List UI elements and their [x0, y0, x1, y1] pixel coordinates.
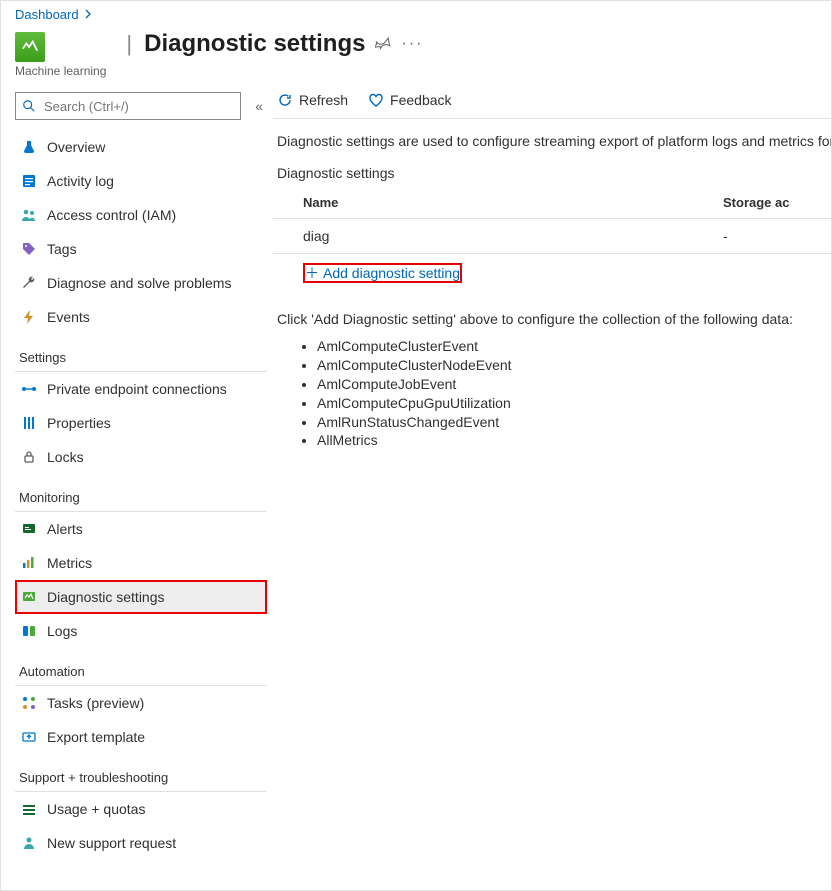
- sidebar-item-label: Alerts: [47, 521, 83, 537]
- plus-icon: ＋: [305, 263, 319, 283]
- sidebar-item-usage-quotas[interactable]: Usage + quotas: [15, 792, 267, 826]
- list-item: AmlRunStatusChangedEvent: [317, 413, 831, 432]
- section-label-settings: Settings: [15, 334, 267, 369]
- tag-icon: [21, 241, 37, 257]
- feedback-button[interactable]: Feedback: [368, 92, 451, 108]
- search-icon: [22, 99, 36, 113]
- list-item: AllMetrics: [317, 431, 831, 450]
- sidebar-item-diagnose-problems[interactable]: Diagnose and solve problems: [15, 266, 267, 300]
- sidebar-item-label: Properties: [47, 415, 111, 431]
- add-diagnostic-setting-link[interactable]: ＋ Add diagnostic setting: [303, 263, 462, 283]
- sidebar-item-export-template[interactable]: Export template: [15, 720, 267, 754]
- refresh-label: Refresh: [299, 92, 348, 108]
- search-input-wrapper[interactable]: [15, 92, 241, 120]
- people-icon: [21, 207, 37, 223]
- table-header: Name Storage ac: [273, 187, 831, 219]
- list-item: AmlComputeJobEvent: [317, 375, 831, 394]
- sidebar-item-label: Usage + quotas: [47, 801, 145, 817]
- description-text: Diagnostic settings are used to configur…: [273, 119, 831, 153]
- section-label-support: Support + troubleshooting: [15, 754, 267, 789]
- title-separator: |: [126, 31, 132, 57]
- section-label-monitoring: Monitoring: [15, 474, 267, 509]
- sidebar-item-properties[interactable]: Properties: [15, 406, 267, 440]
- section-heading: Diagnostic settings: [273, 153, 831, 187]
- sidebar-item-label: Metrics: [47, 555, 92, 571]
- main-panel: Refresh Feedback Diagnostic settings are…: [273, 82, 831, 890]
- collapse-sidebar-button[interactable]: «: [251, 98, 267, 114]
- sidebar-item-label: Tasks (preview): [47, 695, 144, 711]
- sidebar-item-overview[interactable]: Overview: [15, 130, 267, 164]
- sidebar-item-label: Locks: [47, 449, 84, 465]
- breadcrumb: Dashboard: [1, 1, 831, 22]
- page-title: Diagnostic settings: [144, 30, 365, 58]
- wrench-icon: [21, 275, 37, 291]
- sidebar-item-alerts[interactable]: Alerts: [15, 512, 267, 546]
- properties-icon: [21, 415, 37, 431]
- endpoint-icon: [21, 381, 37, 397]
- alerts-icon: [21, 521, 37, 537]
- pin-icon[interactable]: [375, 35, 391, 54]
- sidebar-item-label: Events: [47, 309, 90, 325]
- refresh-button[interactable]: Refresh: [277, 92, 348, 108]
- add-diagnostic-setting-label: Add diagnostic setting: [323, 265, 460, 281]
- page-header: Machine learning | Diagnostic settings ·…: [1, 22, 831, 82]
- cell-name: diag: [303, 228, 723, 244]
- sidebar-item-label: Tags: [47, 241, 77, 257]
- resource-type-label: Machine learning: [15, 64, 106, 78]
- instruction-text: Click 'Add Diagnostic setting' above to …: [273, 283, 831, 331]
- list-item: AmlComputeClusterEvent: [317, 337, 831, 356]
- sidebar-item-label: Activity log: [47, 173, 114, 189]
- logs-icon: [21, 623, 37, 639]
- table-row[interactable]: diag -: [273, 219, 831, 254]
- sidebar-item-activity-log[interactable]: Activity log: [15, 164, 267, 198]
- section-label-automation: Automation: [15, 648, 267, 683]
- chevron-right-icon: [83, 7, 93, 22]
- lightning-icon: [21, 309, 37, 325]
- feedback-label: Feedback: [390, 92, 451, 108]
- cell-storage: -: [723, 228, 831, 244]
- breadcrumb-dashboard[interactable]: Dashboard: [15, 7, 79, 22]
- activity-log-icon: [21, 173, 37, 189]
- sidebar-item-label: Export template: [47, 729, 145, 745]
- export-icon: [21, 729, 37, 745]
- toolbar: Refresh Feedback: [273, 92, 831, 119]
- more-icon[interactable]: ···: [401, 35, 423, 53]
- diagnostic-icon: [21, 589, 37, 605]
- tasks-icon: [21, 695, 37, 711]
- metrics-icon: [21, 555, 37, 571]
- sidebar-item-metrics[interactable]: Metrics: [15, 546, 267, 580]
- flask-icon: [21, 139, 37, 155]
- sidebar-item-private-endpoint[interactable]: Private endpoint connections: [15, 372, 267, 406]
- data-categories-list: AmlComputeClusterEvent AmlComputeCluster…: [317, 337, 831, 450]
- column-header-name: Name: [303, 195, 723, 210]
- column-header-storage: Storage ac: [723, 195, 831, 210]
- sidebar-item-locks[interactable]: Locks: [15, 440, 267, 474]
- sidebar-item-events[interactable]: Events: [15, 300, 267, 334]
- sidebar: « Overview Activity log Access control (…: [1, 82, 273, 890]
- sidebar-item-label: Logs: [47, 623, 77, 639]
- sidebar-item-diagnostic-settings[interactable]: Diagnostic settings: [15, 580, 267, 614]
- sidebar-item-logs[interactable]: Logs: [15, 614, 267, 648]
- sidebar-item-tasks[interactable]: Tasks (preview): [15, 686, 267, 720]
- sidebar-item-tags[interactable]: Tags: [15, 232, 267, 266]
- sidebar-item-label: Access control (IAM): [47, 207, 176, 223]
- sidebar-item-new-support-request[interactable]: New support request: [15, 826, 267, 860]
- heart-icon: [368, 92, 384, 108]
- sidebar-item-label: New support request: [47, 835, 176, 851]
- refresh-icon: [277, 92, 293, 108]
- sidebar-item-access-control[interactable]: Access control (IAM): [15, 198, 267, 232]
- resource-icon: [15, 32, 45, 62]
- sidebar-item-label: Private endpoint connections: [47, 381, 227, 397]
- sidebar-item-label: Overview: [47, 139, 105, 155]
- list-item: AmlComputeCpuGpuUtilization: [317, 394, 831, 413]
- support-icon: [21, 835, 37, 851]
- sidebar-item-label: Diagnose and solve problems: [47, 275, 231, 291]
- search-input[interactable]: [42, 98, 234, 115]
- lock-icon: [21, 449, 37, 465]
- list-item: AmlComputeClusterNodeEvent: [317, 356, 831, 375]
- sidebar-item-label: Diagnostic settings: [47, 589, 165, 605]
- usage-icon: [21, 801, 37, 817]
